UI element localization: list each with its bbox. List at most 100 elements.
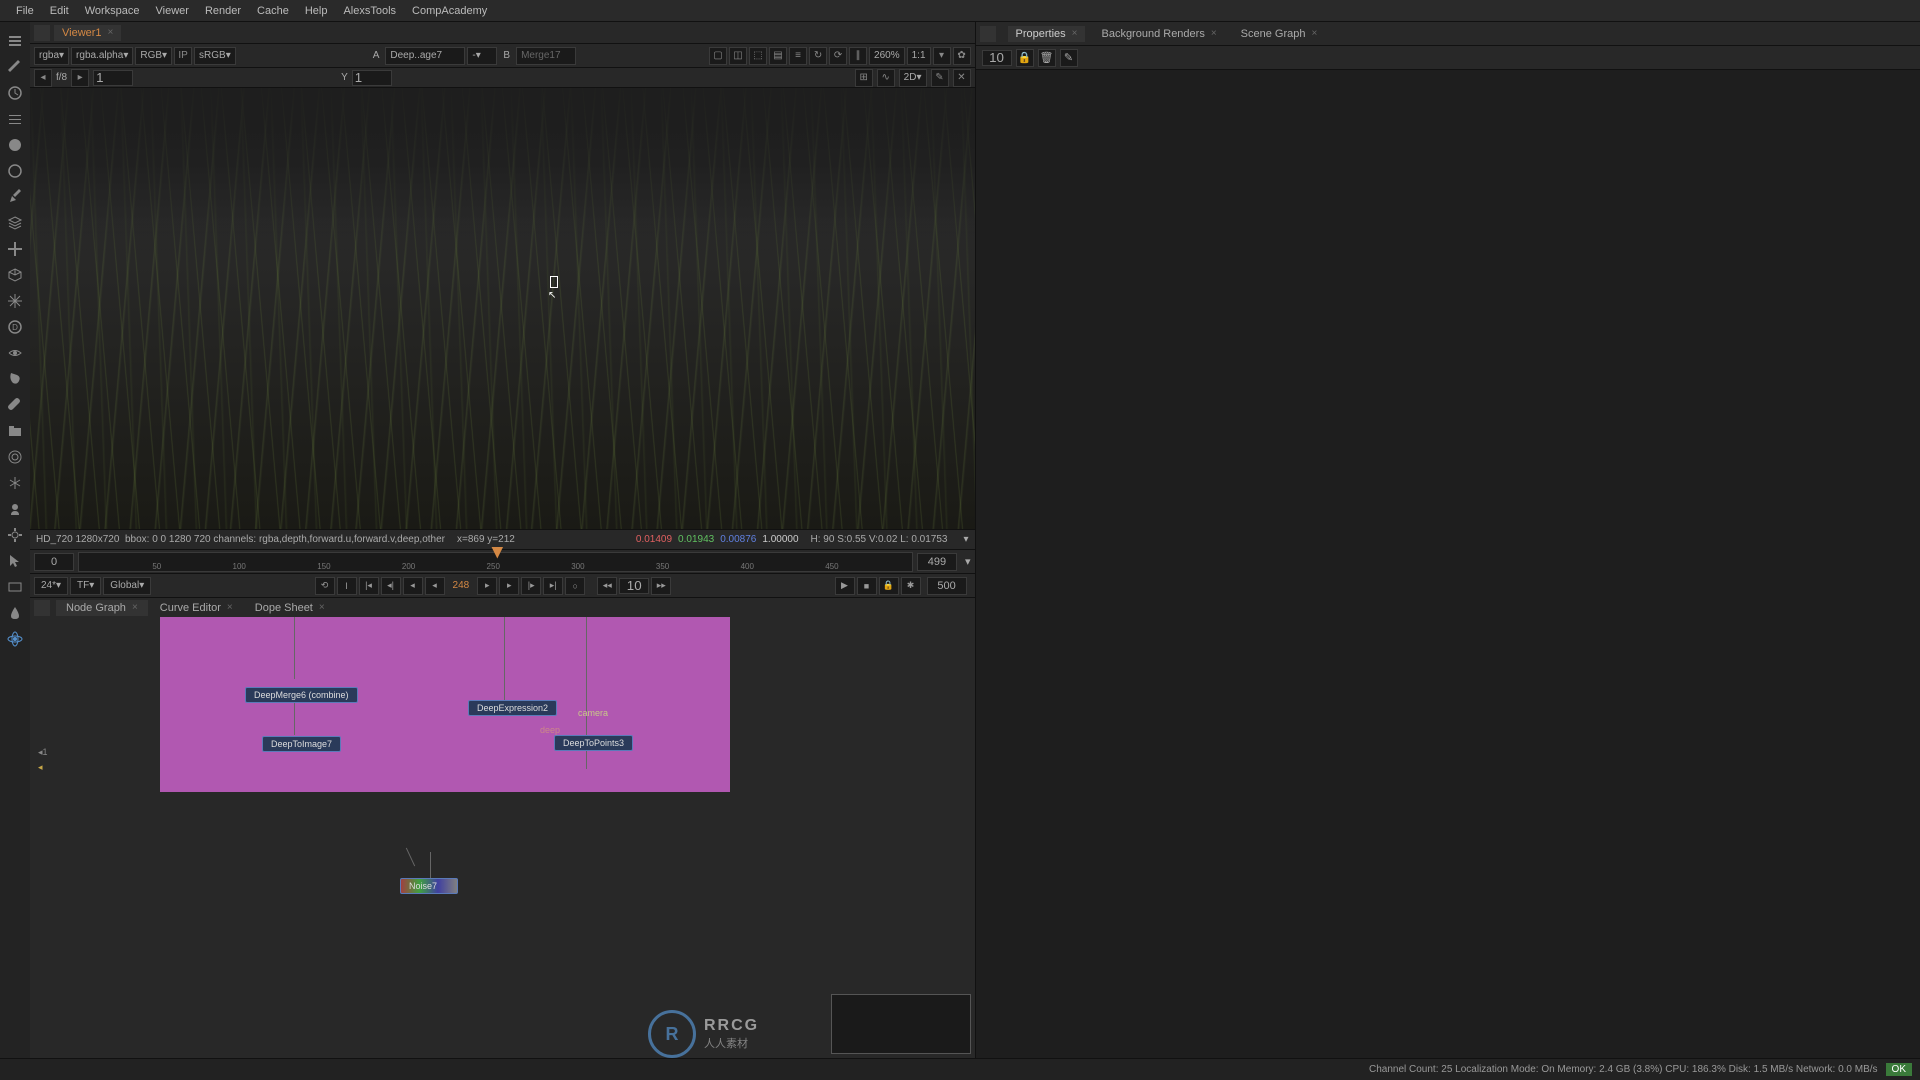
tool-gear-icon[interactable] [4, 524, 26, 546]
tool-d-icon[interactable]: D [4, 316, 26, 338]
pencil-icon[interactable]: ✎ [931, 69, 949, 87]
tool-spark-icon[interactable] [4, 290, 26, 312]
x-icon[interactable]: ✕ [953, 69, 971, 87]
current-frame[interactable]: 248 [447, 580, 476, 591]
tool-layers-icon[interactable] [4, 212, 26, 234]
menu-edit[interactable]: Edit [42, 5, 77, 17]
menu-alexstools[interactable]: AlexsTools [335, 5, 404, 17]
tool-rect-icon[interactable] [4, 576, 26, 598]
a-node-select[interactable]: Deep..age7 [385, 47, 465, 65]
timeline-track[interactable]: 50 100 150 200 250 300 350 400 450 [78, 552, 913, 572]
node-graph[interactable]: DeepMerge6 (combine) DeepExpression2 cam… [30, 617, 975, 1058]
close-icon[interactable]: × [108, 27, 114, 38]
close-icon[interactable]: × [227, 602, 233, 613]
step-back-icon[interactable]: ◂ [425, 577, 445, 595]
frame-end-input[interactable]: 499 [917, 553, 957, 571]
tool-snow-icon[interactable] [4, 472, 26, 494]
minimap[interactable] [831, 994, 971, 1054]
prev-key-icon[interactable]: ◂| [381, 577, 401, 595]
tool-clock-icon[interactable] [4, 82, 26, 104]
node-noise[interactable]: Noise7 [400, 878, 458, 894]
pause-render-icon[interactable]: ⟳ [829, 47, 847, 65]
node-deepmerge[interactable]: DeepMerge6 (combine) [245, 687, 358, 703]
lines-icon[interactable]: ≡ [789, 47, 807, 65]
tab-properties[interactable]: Properties × [1008, 26, 1086, 42]
b-node-select[interactable]: Merge17 [516, 47, 576, 65]
tool-drop-icon[interactable] [4, 602, 26, 624]
playhead-icon[interactable] [491, 547, 503, 559]
cam-icon[interactable]: ▶ [835, 577, 855, 595]
roi-icon[interactable]: ⬚ [749, 47, 767, 65]
tool-sphere-icon[interactable] [4, 134, 26, 156]
delete-icon[interactable]: 🗑 [1038, 49, 1056, 67]
backdrop-node[interactable] [160, 617, 730, 792]
loop-icon[interactable]: ⟲ [315, 577, 335, 595]
settings-icon[interactable]: ✿ [953, 47, 971, 65]
tool-brush-icon[interactable] [4, 56, 26, 78]
tool-paint-icon[interactable] [4, 368, 26, 390]
tab-nodegraph[interactable]: Node Graph × [56, 600, 148, 616]
refresh-icon[interactable]: ↻ [809, 47, 827, 65]
global-select[interactable]: Global ▾ [103, 577, 151, 595]
tool-wrench-icon[interactable] [4, 394, 26, 416]
tool-pointer-icon[interactable] [4, 30, 26, 52]
step-fwd-icon[interactable]: ▸ [477, 577, 497, 595]
tool-move-icon[interactable] [4, 238, 26, 260]
close-icon[interactable]: × [1072, 28, 1078, 39]
tool-target-icon[interactable] [4, 446, 26, 468]
prev-icon[interactable]: ◂ [34, 69, 52, 87]
pause-icon[interactable]: ∥ [849, 47, 867, 65]
next-icon[interactable]: ▸ [71, 69, 89, 87]
menu-help[interactable]: Help [297, 5, 336, 17]
fps-select[interactable]: 24* ▾ [34, 577, 68, 595]
last-frame-icon[interactable]: ▸| [543, 577, 563, 595]
lut-select[interactable]: sRGB ▾ [194, 47, 236, 65]
tab-viewer1[interactable]: Viewer1 × [54, 25, 121, 41]
star-icon[interactable]: ✱ [901, 577, 921, 595]
frame-start-input[interactable]: 0 [34, 553, 74, 571]
menu-cache[interactable]: Cache [249, 5, 297, 17]
node-deeptopoints[interactable]: DeepToPoints3 [554, 735, 633, 751]
y-input[interactable] [352, 70, 392, 86]
close-icon[interactable]: × [132, 602, 138, 613]
next-key-icon[interactable]: |▸ [521, 577, 541, 595]
close-icon[interactable]: × [319, 602, 325, 613]
dropdown-icon[interactable]: ▾ [933, 47, 951, 65]
lock-all-icon[interactable]: 🔒 [1016, 49, 1034, 67]
skip-input[interactable] [619, 578, 649, 594]
tab-curve-editor[interactable]: Curve Editor × [150, 600, 243, 616]
wipe-icon[interactable]: ◫ [729, 47, 747, 65]
channel-layer-select[interactable]: rgba ▾ [34, 47, 69, 65]
viewport[interactable]: ↖ [30, 88, 975, 529]
tab-grip-icon[interactable] [34, 600, 50, 616]
clip-icon[interactable]: ▢ [709, 47, 727, 65]
tab-bg-renders[interactable]: Background Renders × [1093, 26, 1224, 42]
menu-workspace[interactable]: Workspace [77, 5, 148, 17]
colorspace-select[interactable]: RGB ▾ [135, 47, 172, 65]
skip-back-icon[interactable]: ◂◂ [597, 577, 617, 595]
close-icon[interactable]: × [1211, 28, 1217, 39]
tool-circle-icon[interactable] [4, 160, 26, 182]
tool-cursor-icon[interactable] [4, 550, 26, 572]
tool-atom-icon[interactable] [4, 628, 26, 650]
stop-icon[interactable]: ■ [857, 577, 877, 595]
play-back-icon[interactable]: ◂ [403, 577, 423, 595]
menu-compacademy[interactable]: CompAcademy [404, 5, 495, 17]
tool-cube-icon[interactable] [4, 264, 26, 286]
tool-eye-icon[interactable] [4, 342, 26, 364]
node-deeptoimage[interactable]: DeepToImage7 [262, 736, 341, 752]
fstop-input[interactable] [93, 70, 133, 86]
tab-grip-icon[interactable] [980, 26, 996, 42]
node-deepexpression[interactable]: DeepExpression2 [468, 700, 557, 716]
tool-head-icon[interactable] [4, 498, 26, 520]
channel-select[interactable]: rgba.alpha ▾ [71, 47, 133, 65]
frame-end2-input[interactable]: 500 [927, 577, 967, 595]
first-frame-icon[interactable]: |◂ [359, 577, 379, 595]
tool-pen-icon[interactable] [4, 186, 26, 208]
grid-icon[interactable]: ⊞ [855, 69, 873, 87]
menu-render[interactable]: Render [197, 5, 249, 17]
tool-folder-icon[interactable] [4, 420, 26, 442]
skip-fwd-icon[interactable]: ▸▸ [651, 577, 671, 595]
tool-lines-icon[interactable] [4, 108, 26, 130]
chevron-down-icon[interactable]: ▾ [961, 555, 975, 568]
